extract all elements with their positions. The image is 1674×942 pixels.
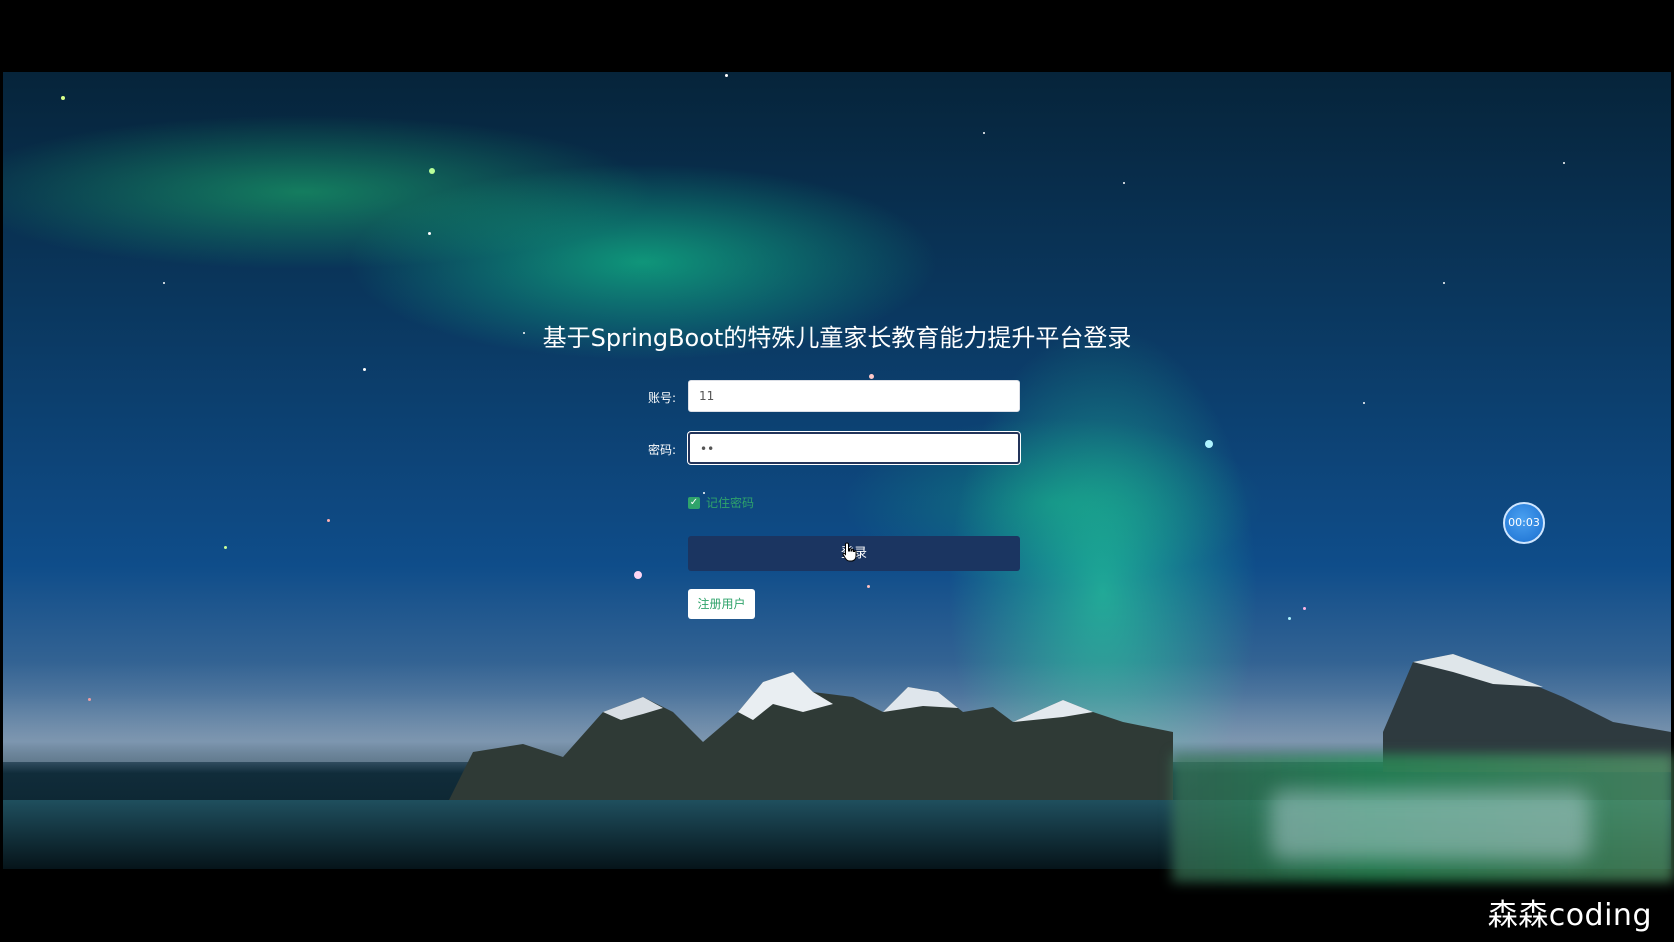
mountain-range xyxy=(3,654,1671,869)
page-title: 基于SpringBoot的特殊儿童家长教育能力提升平台登录 xyxy=(542,324,1132,352)
blurred-logo xyxy=(1270,790,1590,860)
remember-password[interactable]: ✓ 记住密码 xyxy=(688,494,754,511)
top-letterbox xyxy=(0,0,1674,72)
remember-label: 记住密码 xyxy=(706,496,755,510)
aurora-background xyxy=(3,72,1671,869)
register-button[interactable]: 注册用户 xyxy=(688,589,755,619)
password-input[interactable]: •• xyxy=(688,432,1020,464)
account-input[interactable]: 11 xyxy=(688,380,1020,412)
check-icon[interactable]: ✓ xyxy=(688,496,700,509)
account-label: 账号: xyxy=(647,391,676,405)
password-label: 密码: xyxy=(647,443,676,457)
hand-pointer-icon xyxy=(842,542,857,562)
brand-watermark: 森森coding xyxy=(1487,898,1652,933)
recording-timer[interactable]: 00:03 xyxy=(1503,502,1545,544)
